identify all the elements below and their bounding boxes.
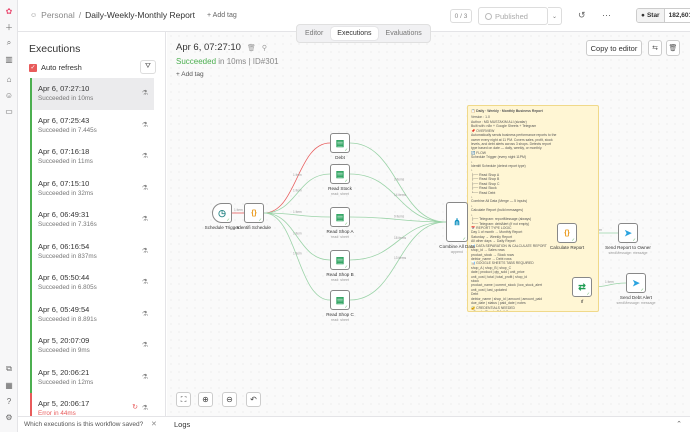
success-check-icon: ✓ xyxy=(258,217,262,222)
success-check-icon: ✓ xyxy=(344,147,348,152)
workflow-node[interactable]: ◷ ✓ xyxy=(212,203,232,223)
workflow-node[interactable]: ⋔ ✓ xyxy=(446,202,468,242)
node-label: Schedule Trigger xyxy=(204,225,240,230)
connection-item-count: 1 item xyxy=(293,210,302,214)
bottom-bar: Which executions is this workflow saved?… xyxy=(18,416,690,432)
connection-line[interactable] xyxy=(349,221,447,301)
tab-evaluations[interactable]: Evaluations xyxy=(380,27,428,40)
node-label: Calculate Report xyxy=(549,245,585,250)
workflow-node[interactable]: ▤ ✓ xyxy=(330,290,350,310)
view-tabs: Editor Executions Evaluations xyxy=(296,24,431,43)
zoom-in-icon[interactable]: ⊕ xyxy=(198,392,213,407)
node-subtitle: read: sheet xyxy=(331,278,349,282)
saved-executions-question[interactable]: Which executions is this workflow saved? xyxy=(24,421,143,428)
sheets-icon: ▤ xyxy=(335,137,345,148)
connection-item-count: 1 item xyxy=(293,232,302,236)
success-check-icon: ✓ xyxy=(640,287,644,292)
node-subtitle: sendMessage: message xyxy=(608,251,648,255)
success-check-icon: ✓ xyxy=(462,236,466,241)
connection-item-count: 14 items xyxy=(394,193,406,197)
node-subtitle: sendMessage: message xyxy=(616,301,656,305)
tab-executions[interactable]: Executions xyxy=(331,27,378,40)
connection-item-count: 1 item xyxy=(293,252,302,256)
sheets-icon: ▤ xyxy=(335,254,345,265)
success-check-icon: ✓ xyxy=(344,221,348,226)
node-subtitle: append xyxy=(451,250,463,254)
workflow-node[interactable]: ▤ ✓ xyxy=(330,207,350,227)
success-check-icon: ✓ xyxy=(344,178,348,183)
workflow-node[interactable]: ▤ ✓ xyxy=(330,250,350,270)
connection-item-count: 9 items xyxy=(394,215,405,219)
if-icon: ⇄ xyxy=(578,281,586,292)
node-label: Read Shop B xyxy=(326,272,354,277)
workflow-node[interactable]: ⇄ ✓ xyxy=(572,277,592,297)
workflow-node[interactable]: {} ✓ xyxy=(244,203,264,223)
code-icon: {} xyxy=(564,229,570,237)
workflow-node[interactable]: ▤ ✓ xyxy=(330,164,350,184)
connection-item-count: 18 items xyxy=(394,236,406,240)
connection-item-count: 1 item xyxy=(293,173,302,177)
connection-item-count: 13 items xyxy=(394,256,406,260)
merge-icon: ⋔ xyxy=(453,216,461,227)
workflow-node[interactable]: {} ✓ xyxy=(557,223,577,243)
connection-line[interactable] xyxy=(263,212,331,301)
node-label: Identifi Schedule xyxy=(237,225,271,230)
node-label: Read Shop C xyxy=(326,312,354,317)
sticky-note-line: 📋 Daily · Weekly · Monthly Business Repo… xyxy=(471,109,543,113)
workflow-node[interactable]: ➤ ✓ xyxy=(626,273,646,293)
success-check-icon: ✓ xyxy=(632,237,636,242)
telegram-icon: ➤ xyxy=(632,277,640,288)
fit-view-icon[interactable]: ⛶ xyxy=(176,392,191,407)
node-subtitle: read: sheet xyxy=(331,192,349,196)
success-check-icon: ✓ xyxy=(344,264,348,269)
telegram-icon: ➤ xyxy=(624,227,632,238)
node-label: Send Debt Alert xyxy=(619,295,653,300)
node-label: Read Stock xyxy=(328,186,352,191)
sheets-icon: ▤ xyxy=(335,294,345,305)
node-subtitle: read: sheet xyxy=(331,235,349,239)
connection-item-count: 1 item xyxy=(234,208,243,212)
success-check-icon: ✓ xyxy=(586,291,590,296)
connection-line[interactable] xyxy=(349,221,447,261)
success-check-icon: ✓ xyxy=(226,217,230,222)
code-icon: {} xyxy=(251,209,257,217)
connection-item-count: 1 item xyxy=(293,189,302,193)
success-check-icon: ✓ xyxy=(571,237,575,242)
reset-zoom-icon[interactable]: ↶ xyxy=(246,392,261,407)
success-check-icon: ✓ xyxy=(344,304,348,309)
node-label: Combine All Data xyxy=(439,244,475,249)
connection-item-count: 1 item xyxy=(605,280,614,284)
close-icon[interactable]: ✕ xyxy=(151,420,157,428)
sheets-icon: ▤ xyxy=(335,211,345,222)
node-label: Read Shop A xyxy=(326,229,354,234)
chevron-up-icon[interactable]: ⌃ xyxy=(676,420,682,428)
connection-item-count: 2 items xyxy=(394,178,405,182)
node-label: Send Report to Owner xyxy=(605,245,651,250)
sheets-icon: ▤ xyxy=(335,168,345,179)
sticky-note-line: • Google Sheets OAuth2 xyxy=(471,309,509,312)
logs-label[interactable]: Logs xyxy=(174,420,190,429)
tab-editor[interactable]: Editor xyxy=(299,27,329,40)
connection-line[interactable] xyxy=(263,173,331,214)
clock-icon: ◷ xyxy=(218,207,226,218)
zoom-out-icon[interactable]: ⊖ xyxy=(222,392,237,407)
node-subtitle: read: sheet xyxy=(331,318,349,322)
connection-line[interactable] xyxy=(263,142,331,214)
node-label: If xyxy=(580,299,584,304)
workflow-node[interactable]: ➤ ✓ xyxy=(618,223,638,243)
connection-line[interactable] xyxy=(349,142,447,223)
workflow-node[interactable]: ▤ ✓ xyxy=(330,133,350,153)
node-label: Debt xyxy=(335,155,345,160)
